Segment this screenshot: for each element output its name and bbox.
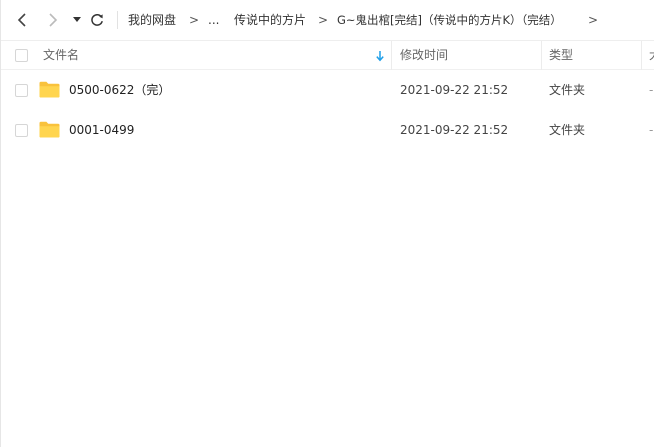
refresh-button[interactable] (87, 8, 107, 32)
back-button[interactable] (11, 8, 33, 32)
file-manager-window: 我的网盘 > ... 传说中的方片 > G~鬼出棺[完结]（传说中的方片K）（完… (0, 0, 654, 447)
forward-button[interactable] (42, 8, 64, 32)
breadcrumb-separator: > (189, 13, 200, 27)
nav-divider (117, 11, 118, 29)
select-all-checkbox[interactable] (15, 49, 28, 62)
file-modified-time: 2021-09-22 21:52 (400, 83, 509, 97)
breadcrumb-item-current[interactable]: G~鬼出棺[完结]（传说中的方片K）（完结） (337, 11, 562, 29)
breadcrumb-separator: > (318, 13, 329, 27)
folder-icon (39, 121, 60, 138)
column-header-size[interactable]: 大 (649, 41, 654, 70)
chevron-right-icon (49, 13, 58, 27)
column-header-modified[interactable]: 修改时间 (400, 41, 448, 70)
column-header-type[interactable]: 类型 (549, 41, 573, 70)
file-row[interactable]: 0001-0499 2021-09-22 21:52 文件夹 - (1, 110, 654, 150)
file-name[interactable]: 0500-0622（完） (69, 70, 170, 110)
file-size: - (649, 83, 654, 97)
row-checkbox[interactable] (15, 84, 28, 97)
file-list-header: 文件名 修改时间 类型 大 (1, 40, 654, 70)
sort-arrow-down-icon[interactable] (375, 50, 385, 62)
file-type: 文件夹 (549, 123, 586, 137)
column-divider[interactable] (541, 41, 542, 70)
history-dropdown-button[interactable] (70, 8, 84, 32)
column-header-name[interactable]: 文件名 (43, 41, 79, 70)
folder-icon (39, 81, 60, 98)
file-modified-time: 2021-09-22 21:52 (400, 123, 509, 137)
row-checkbox[interactable] (15, 124, 28, 137)
refresh-icon (91, 13, 103, 26)
breadcrumb-separator: > (588, 13, 599, 27)
file-size: - (649, 123, 654, 137)
navigation-bar: 我的网盘 > ... 传说中的方片 > G~鬼出棺[完结]（传说中的方片K）（完… (1, 0, 654, 40)
breadcrumb-item-home[interactable]: 我的网盘 (128, 11, 176, 29)
caret-down-icon (73, 17, 81, 22)
breadcrumb-item-ellipsis[interactable]: ... (208, 11, 219, 29)
breadcrumb-item-parent[interactable]: 传说中的方片 (234, 11, 306, 29)
file-type: 文件夹 (549, 83, 586, 97)
chevron-left-icon (17, 13, 26, 27)
file-name[interactable]: 0001-0499 (69, 110, 134, 150)
column-divider[interactable] (391, 41, 392, 70)
column-divider[interactable] (641, 41, 642, 70)
file-row[interactable]: 0500-0622（完） 2021-09-22 21:52 文件夹 - (1, 70, 654, 110)
